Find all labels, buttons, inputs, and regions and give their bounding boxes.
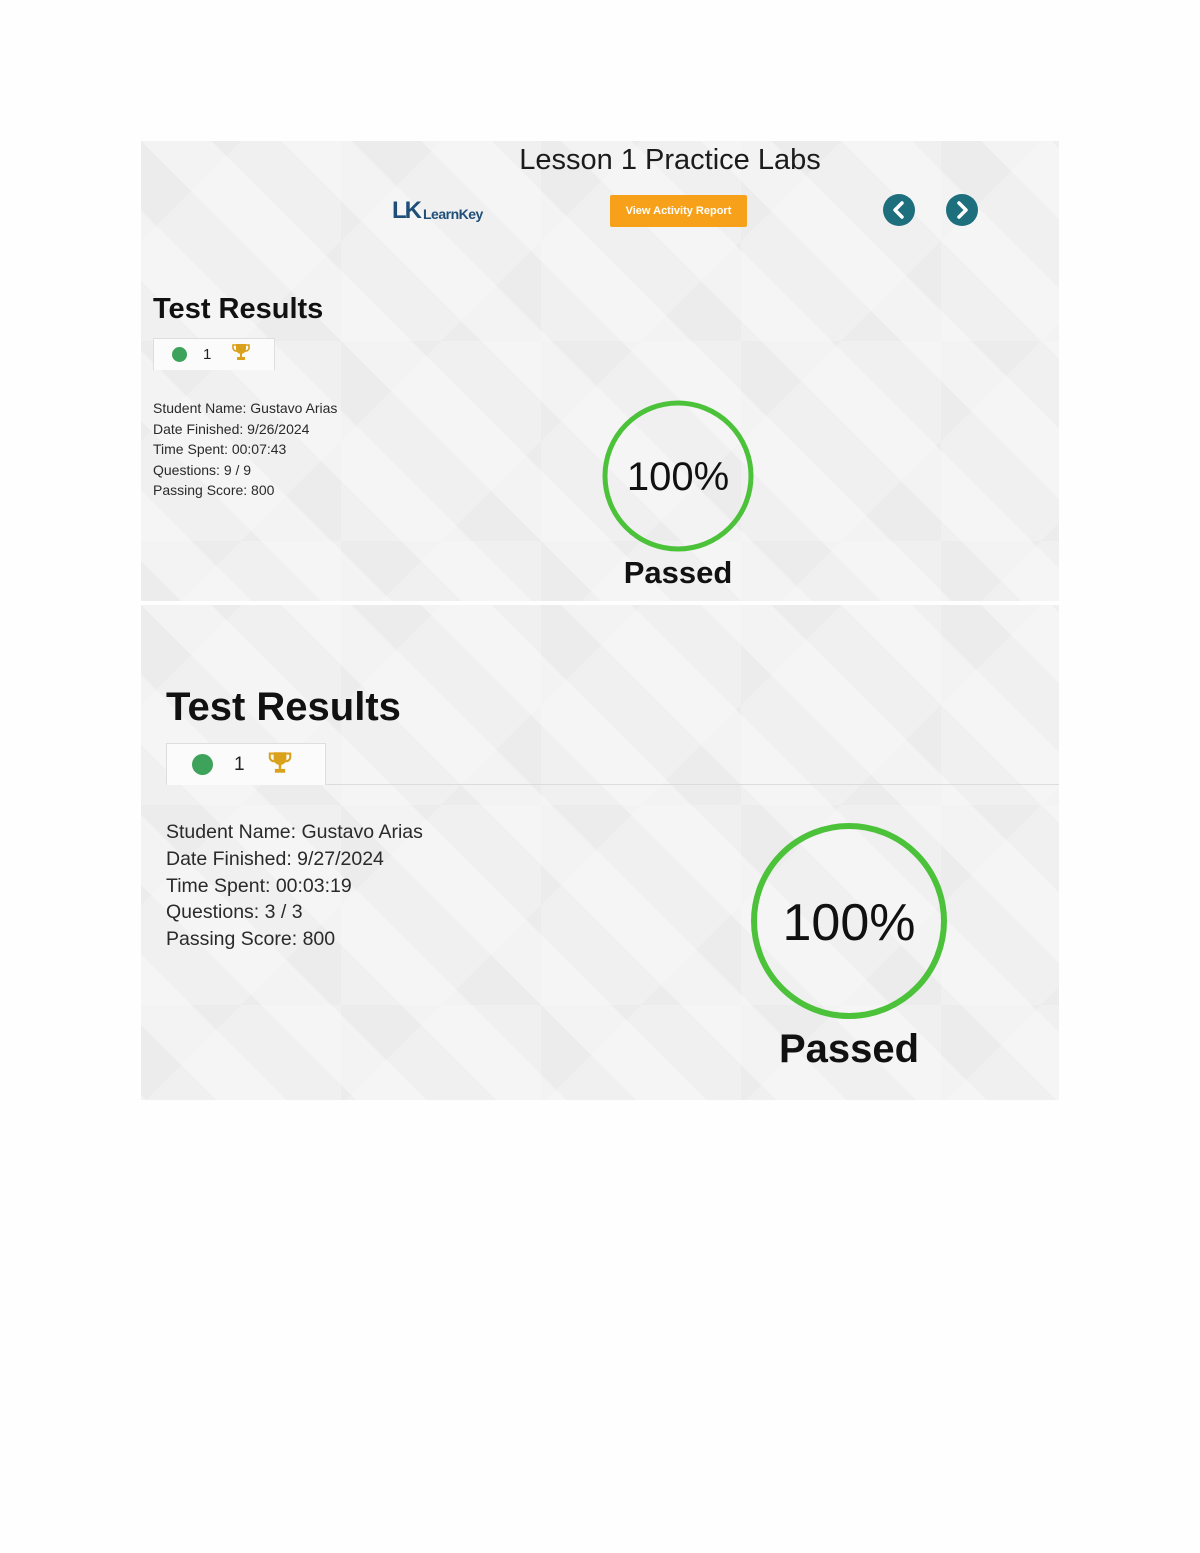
next-button[interactable] bbox=[946, 194, 978, 226]
results-panel-1: Lesson 1 Practice Labs LK LearnKey View … bbox=[141, 141, 1059, 601]
status-dot-icon bbox=[192, 754, 213, 775]
logo-text: LearnKey bbox=[423, 206, 483, 222]
questions-count: Questions: 3 / 3 bbox=[166, 901, 303, 924]
student-name: Student Name: Gustavo Arias bbox=[166, 821, 423, 843]
time-spent: Time Spent: 00:07:43 bbox=[153, 441, 287, 457]
passing-score: Passing Score: 800 bbox=[153, 482, 275, 498]
test-info: Student Name: Gustavo Arias Date Finishe… bbox=[166, 819, 423, 953]
status-dot-icon bbox=[172, 347, 187, 362]
passing-score: Passing Score: 800 bbox=[166, 928, 336, 951]
date-finished: Date Finished: 9/27/2024 bbox=[166, 847, 384, 870]
view-activity-report-button[interactable]: View Activity Report bbox=[610, 195, 747, 227]
attempts-tab[interactable]: 1 bbox=[153, 338, 275, 370]
results-heading: Test Results bbox=[166, 685, 401, 729]
score-percent: 100% bbox=[626, 455, 730, 499]
status-label: Passed bbox=[623, 555, 733, 590]
trophy-icon bbox=[267, 751, 293, 779]
attempt-count: 1 bbox=[203, 346, 212, 363]
tab-divider bbox=[326, 784, 1059, 785]
results-heading: Test Results bbox=[153, 293, 324, 325]
page-title: Lesson 1 Practice Labs bbox=[519, 144, 821, 176]
trophy-icon bbox=[231, 343, 251, 366]
time-spent: Time Spent: 00:03:19 bbox=[166, 874, 352, 897]
date-finished: Date Finished: 9/26/2024 bbox=[153, 420, 310, 437]
score-ring: 100% bbox=[749, 821, 949, 1021]
status-label: Passed bbox=[778, 1027, 920, 1071]
student-name: Student Name: Gustavo Arias bbox=[153, 400, 338, 416]
chevron-left-icon bbox=[893, 201, 904, 219]
previous-button[interactable] bbox=[883, 194, 915, 226]
attempts-tab[interactable]: 1 bbox=[166, 743, 326, 785]
questions-count: Questions: 9 / 9 bbox=[153, 461, 252, 478]
chevron-right-icon bbox=[957, 201, 968, 219]
score-percent: 100% bbox=[782, 894, 916, 952]
results-panel-2: Test Results 1 Student Name: Gustavo Ari… bbox=[141, 605, 1059, 1100]
logo-mark: LK bbox=[392, 197, 422, 224]
attempt-count: 1 bbox=[234, 753, 245, 775]
test-info: Student Name: Gustavo Arias Date Finishe… bbox=[153, 398, 337, 501]
score-ring: 100% bbox=[601, 399, 755, 553]
learnkey-logo: LK LearnKey bbox=[392, 197, 483, 225]
